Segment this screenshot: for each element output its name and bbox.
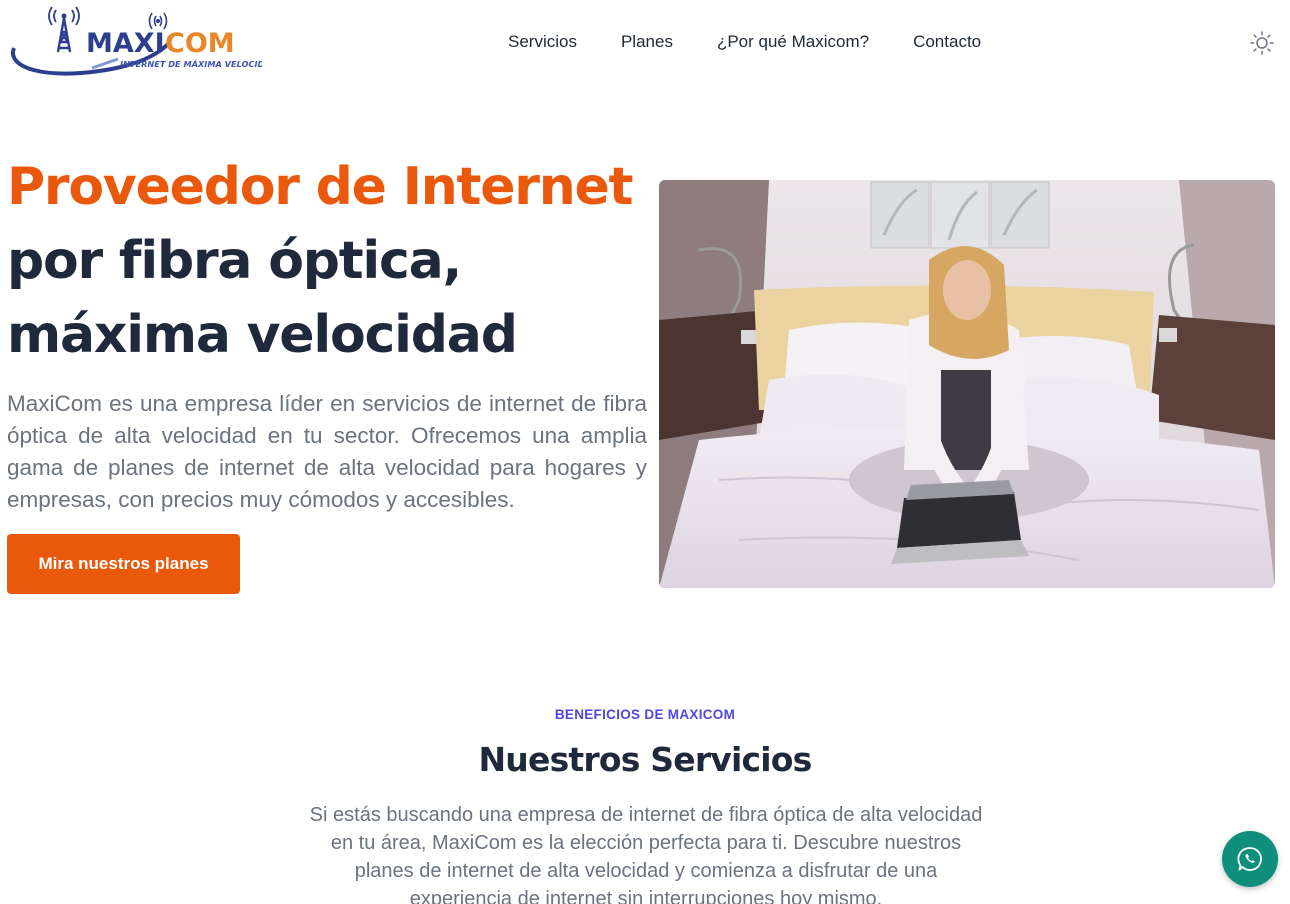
logo-graphic: MAXI COM INTERNET DE MÁXIMA VELOCIDAD: [11, 6, 278, 76]
nav-item-servicios[interactable]: Servicios: [508, 32, 577, 52]
theme-toggle-button[interactable]: [1248, 29, 1276, 57]
brand-logo[interactable]: MAXI COM INTERNET DE MÁXIMA VELOCIDAD: [6, 4, 278, 80]
nav-item-por-que-maxicom[interactable]: ¿Por qué Maxicom?: [717, 32, 869, 52]
hero-image: [659, 180, 1275, 588]
woman-laptop-bed-photo: [659, 180, 1275, 588]
section-kicker: BENEFICIOS DE MAXICOM: [554, 707, 736, 722]
section-title: Nuestros Servicios: [478, 740, 812, 779]
section-description: Si estás buscando una empresa de interne…: [309, 804, 983, 904]
see-plans-button[interactable]: Mira nuestros planes: [7, 534, 240, 594]
site-header: MAXI COM INTERNET DE MÁXIMA VELOCIDAD Se…: [0, 0, 1290, 86]
sun-icon: [1250, 31, 1274, 55]
hero-title-line-3: máxima velocidad: [7, 305, 518, 365]
hero-title-line-2: por fibra óptica,: [7, 231, 462, 291]
main-nav: Servicios Planes ¿Por qué Maxicom? Conta…: [508, 32, 981, 52]
brand-name-left: MAXI: [86, 28, 165, 59]
whatsapp-button[interactable]: [1222, 831, 1278, 887]
brand-name-right: COM: [165, 28, 235, 59]
whatsapp-icon: [1237, 847, 1262, 871]
hero-title-line-1: Proveedor de Internet: [7, 157, 633, 217]
hero-title: Proveedor de Internet por fibra óptica, …: [7, 150, 647, 372]
nav-item-contacto[interactable]: Contacto: [913, 32, 981, 52]
nav-item-planes[interactable]: Planes: [621, 32, 673, 52]
hero-description: MaxiCom es una empresa líder en servicio…: [7, 391, 647, 512]
brand-tagline: INTERNET DE MÁXIMA VELOCIDAD: [120, 58, 262, 69]
